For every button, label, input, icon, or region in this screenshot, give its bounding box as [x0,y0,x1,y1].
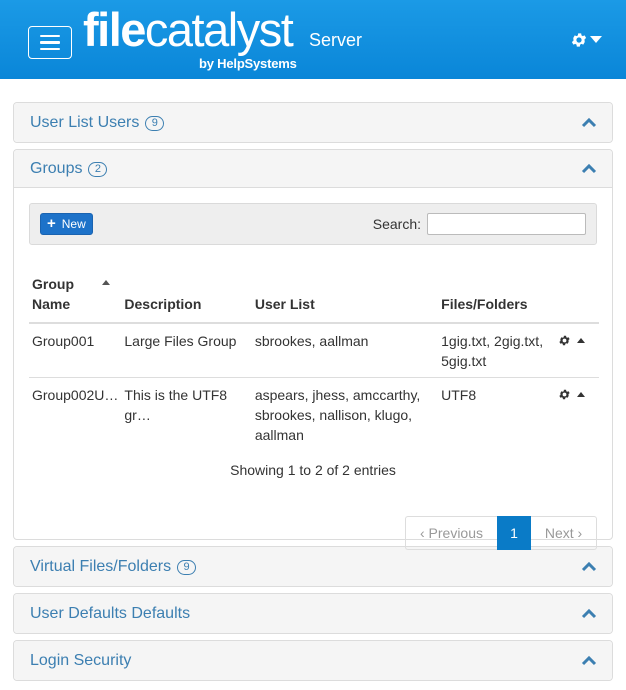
panel-title: User List Users 9 [30,114,165,132]
sort-asc-icon [102,280,110,285]
panel-title: Virtual Files/Folders 9 [30,558,197,576]
gear-icon[interactable] [558,388,571,401]
filecatalyst-logo: filecatalyst [83,3,294,56]
panel-virtual-files: Virtual Files/Folders 9 [13,546,613,587]
column-header-user-list[interactable]: User List [251,274,439,324]
cell-files-folders: UTF8 [438,377,556,451]
pagination-previous[interactable]: ‹ Previous [405,516,497,550]
panel-user-list-users: User List Users 9 [13,102,613,143]
caret-up-icon[interactable] [577,392,586,397]
caret-down-icon [590,36,602,43]
logo-byline: by HelpSystems [199,56,297,71]
column-header-files-folders[interactable]: Files/Folders [438,274,556,324]
cell-description: This is the UTF8 gr… [121,377,252,451]
search-label: Search: [372,216,421,232]
panel-heading-virtual-files[interactable]: Virtual Files/Folders 9 [14,547,612,586]
table-row: Group001 Large Files Group sbrookes, aal… [29,322,599,378]
pagination: ‹ Previous 1 Next › [405,516,597,550]
gear-icon [571,33,587,47]
search-group: Search: [373,213,586,235]
pagination-page-1[interactable]: 1 [497,516,531,550]
new-group-button[interactable]: + New [40,213,93,235]
panel-heading-user-list-users[interactable]: User List Users 9 [14,103,612,142]
cell-actions [555,322,599,378]
column-header-actions [555,274,599,324]
cell-actions [555,377,599,451]
cell-files-folders: 1gig.txt, 2gig.txt, 5gig.txt [438,322,556,378]
count-badge: 9 [145,116,165,131]
gear-icon[interactable] [558,334,571,347]
panel-title: User Defaults Defaults [30,604,191,622]
pagination-next[interactable]: Next › [531,516,597,550]
column-header-description[interactable]: Description [121,274,252,324]
panel-groups: Groups 2 + New Search: Group Name Descripti… [13,149,613,550]
table-info: Showing 1 to 2 of 2 entries [230,462,396,478]
hamburger-icon [40,47,60,51]
cell-user-list: aspears, jhess, amccarthy, sbrookes, nal… [251,377,439,451]
panel-heading-login-security[interactable]: Login Security [14,641,612,680]
panel-title: Login Security [30,651,132,669]
count-badge: 2 [88,162,108,177]
server-label: Server [309,30,363,50]
plus-icon: + [47,215,56,232]
chevron-up-icon[interactable] [581,608,597,619]
panel-login-security: Login Security [13,640,613,681]
cell-group-name: Group002U… [29,377,122,451]
panel-heading-user-defaults[interactable]: User Defaults Defaults [14,594,612,633]
panel-user-defaults: User Defaults Defaults [13,593,613,634]
chevron-up-icon[interactable] [581,655,597,666]
cell-user-list: sbrookes, aallman [251,322,439,378]
panel-title: Groups 2 [30,160,108,178]
groups-table: Group Name Description User List Files/Fo… [29,274,599,451]
search-input[interactable] [427,213,586,235]
chevron-up-icon[interactable] [581,163,597,174]
hamburger-icon [40,41,60,44]
panel-heading-groups[interactable]: Groups 2 [14,150,612,188]
column-header-group-name[interactable]: Group Name [29,274,122,324]
app-header: filecatalyst by HelpSystems Server [0,0,626,79]
count-badge: 9 [177,560,197,575]
main-content: User List Users 9 Groups 2 + New Search: Gr… [0,79,626,681]
groups-toolbar: + New Search: [29,203,597,245]
hamburger-icon [40,34,60,38]
cell-group-name: Group001 [29,322,122,378]
groups-panel-body: + New Search: Group Name Description User … [14,188,612,550]
caret-up-icon[interactable] [577,338,586,343]
settings-menu-button[interactable] [570,31,602,49]
table-row: Group002U… This is the UTF8 gr… aspears,… [29,377,599,451]
cell-description: Large Files Group [121,322,252,378]
chevron-up-icon[interactable] [581,117,597,128]
chevron-up-icon[interactable] [581,561,597,572]
hamburger-menu-button[interactable] [28,26,72,59]
